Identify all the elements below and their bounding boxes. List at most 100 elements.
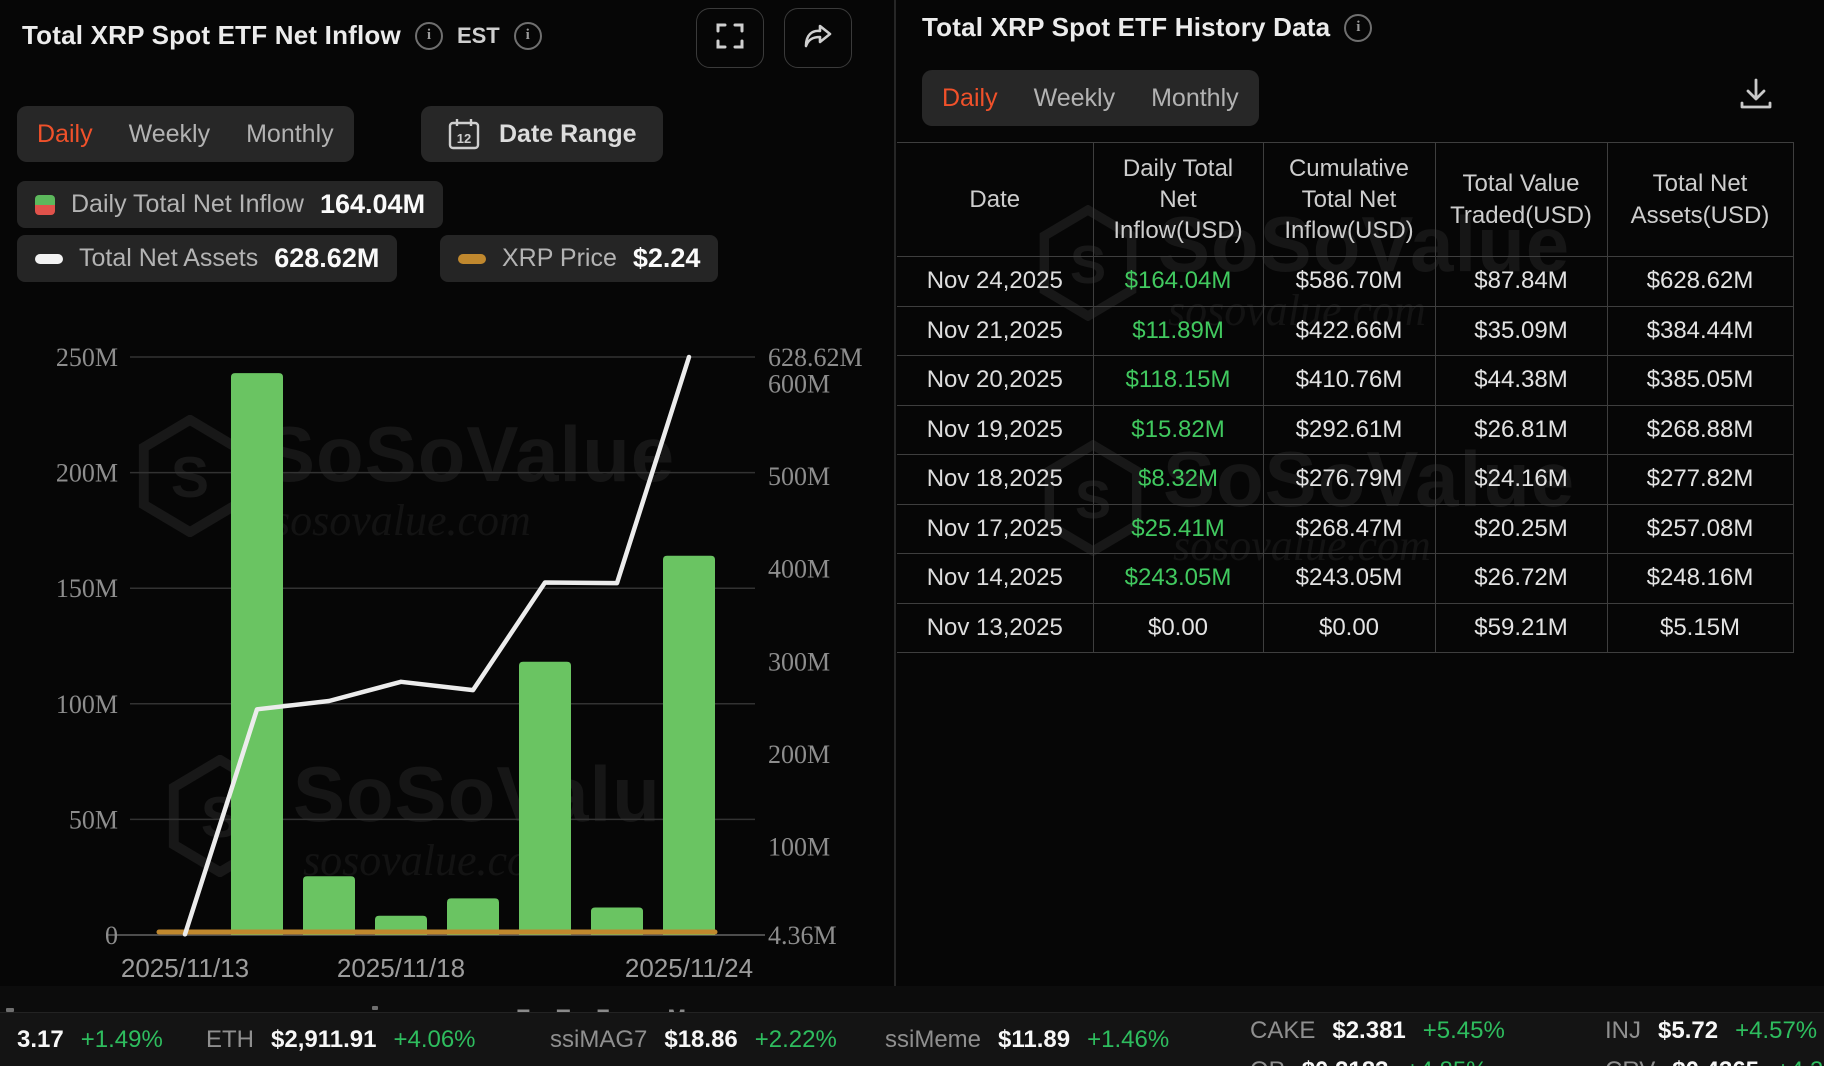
chart-tab-monthly[interactable]: Monthly: [246, 120, 334, 149]
ticker-symbol: CRV: [1605, 1057, 1655, 1066]
bar-2025/11/24[interactable]: [663, 556, 715, 935]
y-axis-right-label: 500M: [768, 462, 830, 491]
download-button[interactable]: [1738, 76, 1774, 117]
ticker-item-clipped[interactable]: 3.17+1.49%: [0, 1026, 163, 1054]
history-tab-monthly[interactable]: Monthly: [1151, 84, 1239, 113]
ticker-price: $2.381: [1332, 1017, 1405, 1045]
info-icon[interactable]: i: [1344, 14, 1372, 42]
cell-daily-inflow: $11.89M: [1093, 306, 1263, 356]
net-inflow-panel: Total XRP Spot ETF Net Inflow i EST i Da…: [0, 0, 894, 986]
bar-2025/11/17[interactable]: [303, 876, 355, 935]
table-row[interactable]: Nov 20,2025$118.15M$410.76M$44.38M$385.0…: [897, 356, 1793, 406]
ticker-symbol: ssiMAG7: [550, 1026, 647, 1054]
cell-date: Nov 24,2025: [897, 257, 1093, 307]
table-row[interactable]: Nov 24,2025$164.04M$586.70M$87.84M$628.6…: [897, 257, 1793, 307]
market-ticker-bar[interactable]: 3.17+1.49%ETH$2,911.91+4.06%ssiMAG7$18.8…: [0, 1012, 1824, 1066]
cell-net-assets: $277.82M: [1607, 455, 1793, 505]
column-header-date: Date: [897, 143, 1093, 257]
ticker-next-row: OP$0.2183+4.85%: [1250, 1057, 1505, 1066]
download-icon: [1738, 99, 1774, 116]
cell-net-assets: $628.62M: [1607, 257, 1793, 307]
ticker-item-inj[interactable]: INJ$5.72+4.57%CRV$0.4365+4.3%: [1605, 1017, 1824, 1066]
y-axis-left-label: 250M: [56, 343, 118, 372]
legend-label: Total Net Assets: [79, 244, 258, 273]
ticker-item-eth[interactable]: ETH$2,911.91+4.06%: [206, 1026, 476, 1054]
column-header-cumulative-total-net-inflow: Cumulative Total Net Inflow(USD): [1263, 143, 1435, 257]
share-icon: [803, 21, 833, 56]
cell-value-traded: $35.09M: [1435, 306, 1607, 356]
x-axis-label: 2025/11/13: [121, 953, 249, 983]
legend-chip-daily-total-net-inflow[interactable]: Daily Total Net Inflow164.04M: [17, 181, 443, 228]
info-icon[interactable]: i: [415, 22, 443, 50]
x-axis-label: 2025/11/24: [625, 953, 753, 983]
ticker-price: $0.2183: [1302, 1057, 1389, 1066]
legend-chip-total-net-assets[interactable]: Total Net Assets 628.62M: [17, 235, 397, 282]
cell-daily-inflow: $0.00: [1093, 603, 1263, 653]
ticker-symbol: CAKE: [1250, 1017, 1315, 1045]
table-row[interactable]: Nov 13,2025$0.00$0.00$59.21M$5.15M: [897, 603, 1793, 653]
cell-daily-inflow: $15.82M: [1093, 405, 1263, 455]
table-row[interactable]: Nov 18,2025$8.32M$276.79M$24.16M$277.82M: [897, 455, 1793, 505]
history-data-panel: Total XRP Spot ETF History Data i DailyW…: [896, 0, 1824, 986]
table-row[interactable]: Nov 17,2025$25.41M$268.47M$20.25M$257.08…: [897, 504, 1793, 554]
ticker-change: +1.46%: [1087, 1026, 1169, 1054]
chart-tab-weekly[interactable]: Weekly: [129, 120, 211, 149]
ticker-price: 3.17: [17, 1026, 64, 1054]
info-icon[interactable]: i: [514, 22, 542, 50]
cell-value-traded: $26.72M: [1435, 554, 1607, 604]
clipped-text-fragment: [372, 1006, 378, 1010]
ticker-change: +5.45%: [1423, 1017, 1505, 1045]
cell-cumulative-inflow: $410.76M: [1263, 356, 1435, 406]
svg-text:12: 12: [457, 131, 471, 146]
y-axis-left-label: 50M: [69, 805, 118, 834]
ticker-item-ssimeme[interactable]: ssiMeme$11.89+1.46%: [885, 1026, 1169, 1054]
table-row[interactable]: Nov 19,2025$15.82M$292.61M$26.81M$268.88…: [897, 405, 1793, 455]
calendar-icon: 12: [447, 117, 481, 151]
cell-date: Nov 17,2025: [897, 504, 1093, 554]
y-axis-right-label: 4.36M: [768, 921, 837, 950]
history-tab-weekly[interactable]: Weekly: [1034, 84, 1116, 113]
cell-daily-inflow: $164.04M: [1093, 257, 1263, 307]
date-range-button[interactable]: 12 Date Range: [421, 106, 663, 162]
ticker-change: +4.85%: [1405, 1057, 1487, 1066]
y-axis-right-label: 200M: [768, 740, 830, 769]
y-axis-left-label: 150M: [56, 574, 118, 603]
y-axis-left-label: 100M: [56, 690, 118, 719]
cell-cumulative-inflow: $586.70M: [1263, 257, 1435, 307]
cell-cumulative-inflow: $268.47M: [1263, 504, 1435, 554]
column-header-total-value-traded: Total Value Traded(USD): [1435, 143, 1607, 257]
share-button[interactable]: [784, 8, 852, 68]
ticker-price: $2,911.91: [271, 1026, 376, 1054]
table-row[interactable]: Nov 21,2025$11.89M$422.66M$35.09M$384.44…: [897, 306, 1793, 356]
cell-value-traded: $59.21M: [1435, 603, 1607, 653]
cell-date: Nov 20,2025: [897, 356, 1093, 406]
history-period-tabs: Daily Weekly Monthly: [922, 70, 1259, 126]
y-axis-left-label: 200M: [56, 459, 118, 488]
cell-daily-inflow: $118.15M: [1093, 356, 1263, 406]
history-tab-daily[interactable]: Daily: [942, 84, 998, 113]
y-axis-right-label: 628.62M: [768, 343, 863, 372]
fullscreen-button[interactable]: [696, 8, 764, 68]
cell-cumulative-inflow: $422.66M: [1263, 306, 1435, 356]
y-axis-right-label: 300M: [768, 647, 830, 676]
ticker-item-cake[interactable]: CAKE$2.381+5.45%OP$0.2183+4.85%: [1250, 1017, 1505, 1066]
legend-value: 628.62M: [274, 243, 379, 274]
y-axis-right-label: 600M: [768, 370, 830, 399]
history-table-header: DateDaily Total Net Inflow(USD)Cumulativ…: [897, 143, 1793, 257]
chart-tab-daily[interactable]: Daily: [37, 120, 93, 149]
y-axis-right-label: 400M: [768, 555, 830, 584]
xrp-price-line-icon: [458, 254, 486, 264]
cell-value-traded: $26.81M: [1435, 405, 1607, 455]
ticker-change: +4.06%: [393, 1026, 475, 1054]
ticker-item-ssimag7[interactable]: ssiMAG7$18.86+2.22%: [550, 1026, 837, 1054]
ticker-price: $11.89: [998, 1026, 1070, 1054]
cell-net-assets: $385.05M: [1607, 356, 1793, 406]
table-row[interactable]: Nov 14,2025$243.05M$243.05M$26.72M$248.1…: [897, 554, 1793, 604]
sosovalue-dashboard: Total XRP Spot ETF Net Inflow i EST i Da…: [0, 0, 1824, 1066]
cell-cumulative-inflow: $276.79M: [1263, 455, 1435, 505]
legend-chip-xrp-price[interactable]: XRP Price$2.24: [440, 235, 718, 282]
bar-2025/11/14[interactable]: [231, 373, 283, 935]
cell-net-assets: $268.88M: [1607, 405, 1793, 455]
bar-2025/11/20[interactable]: [519, 662, 571, 935]
ticker-next-row: CRV$0.4365+4.3%: [1605, 1057, 1824, 1066]
